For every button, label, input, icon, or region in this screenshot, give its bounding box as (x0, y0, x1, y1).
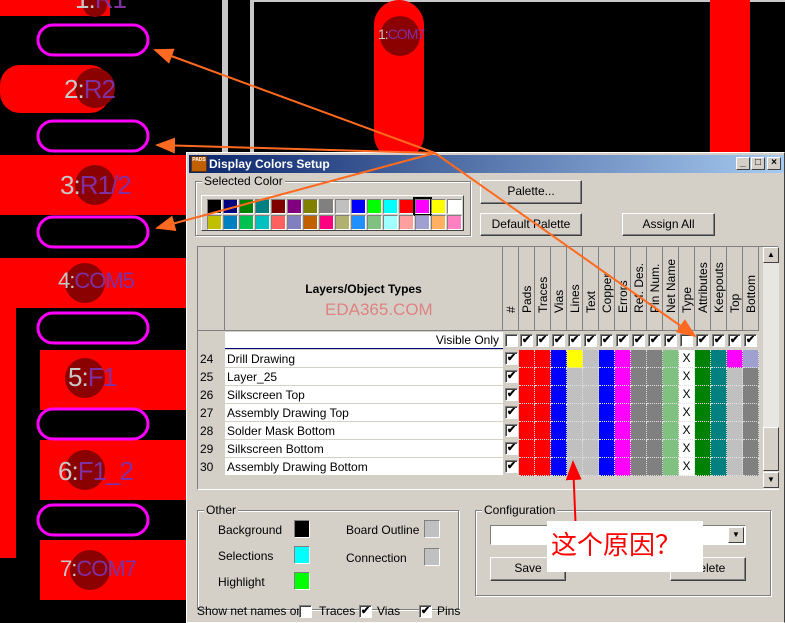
arrow (155, 137, 436, 154)
arrow (155, 152, 436, 232)
arrow (434, 152, 697, 338)
arrow (153, 48, 436, 154)
annotation-note: 这个原因？ (547, 521, 703, 572)
